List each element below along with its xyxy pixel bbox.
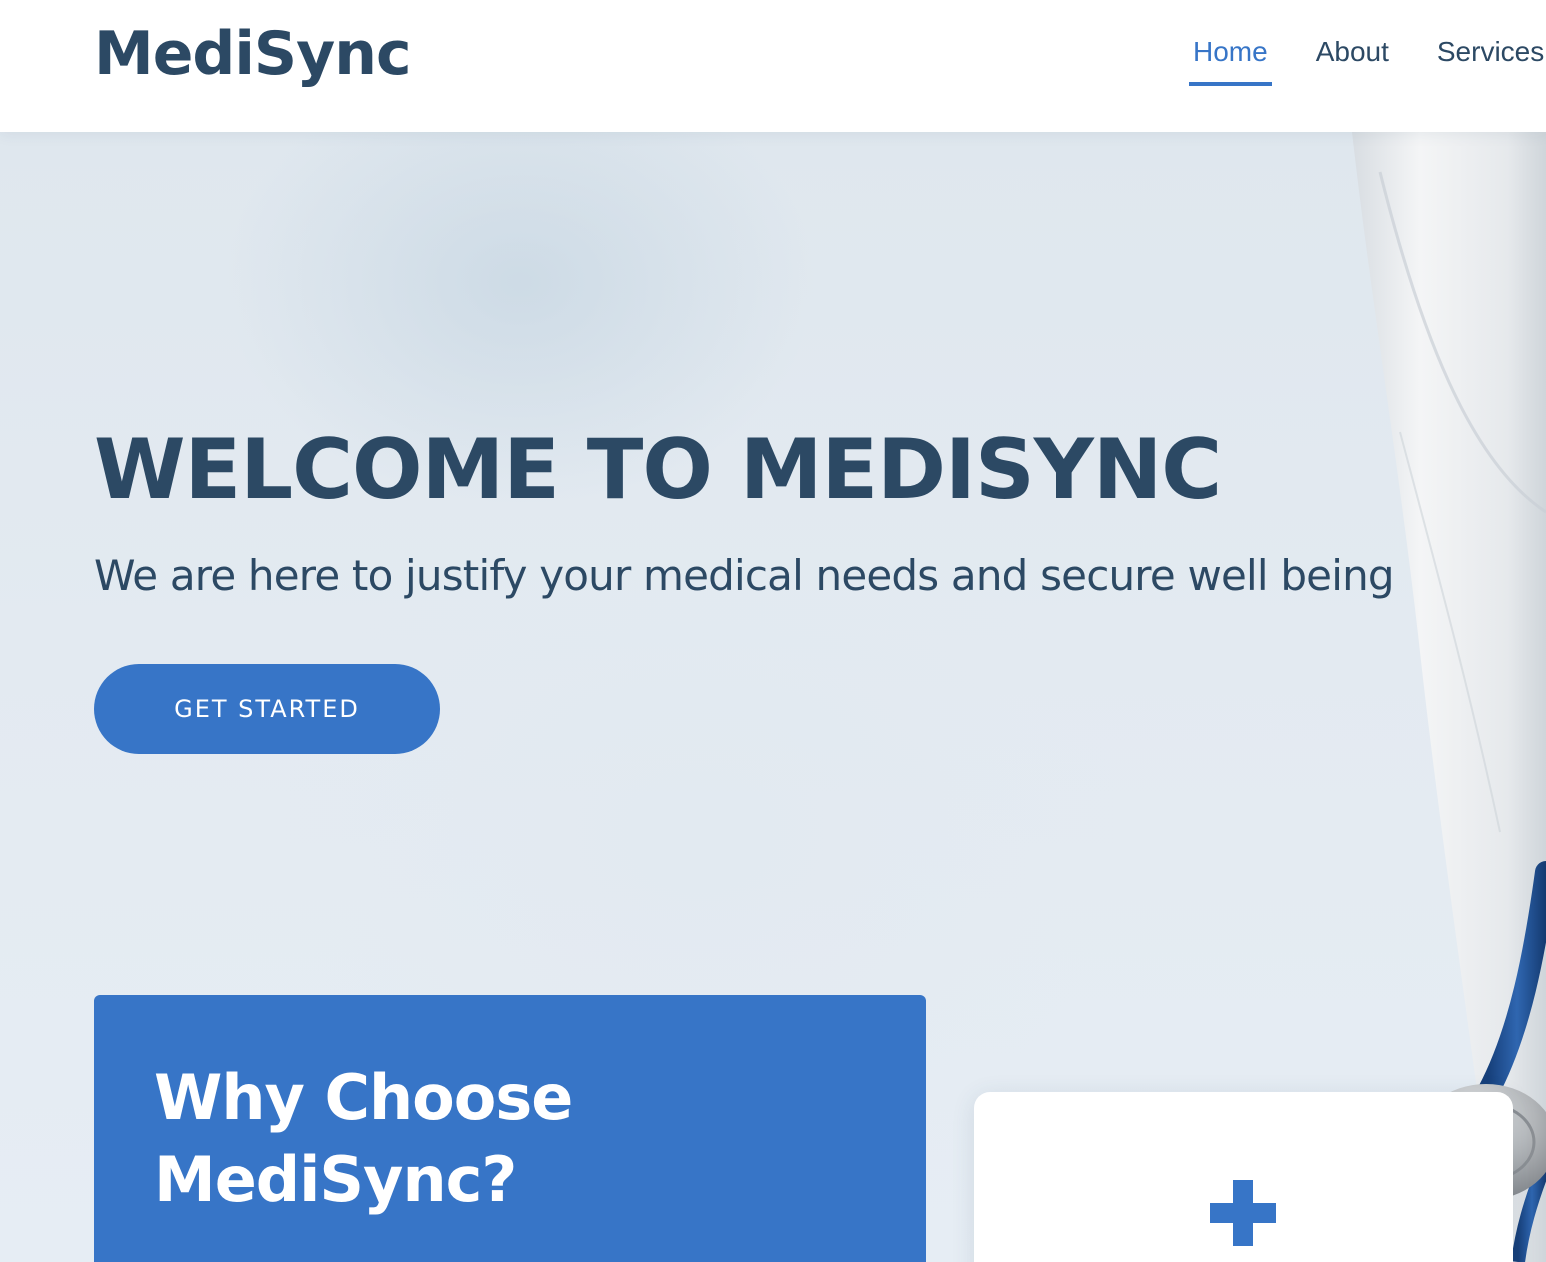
hero-section: WELCOME TO MEDISYNC We are here to justi… — [0, 132, 1546, 1262]
plus-icon — [1210, 1180, 1276, 1246]
feature-card — [974, 1092, 1513, 1262]
main-nav: Home About Services — [1189, 0, 1546, 132]
hero-subtitle: We are here to justify your medical need… — [94, 551, 1395, 600]
nav-item-services[interactable]: Services — [1433, 0, 1546, 86]
get-started-button[interactable]: GET STARTED — [94, 664, 440, 754]
why-choose-box: Why Choose MediSync? — [94, 995, 926, 1262]
hero-title: WELCOME TO MEDISYNC — [94, 421, 1222, 518]
site-logo[interactable]: MediSync — [94, 14, 412, 94]
nav-item-home[interactable]: Home — [1189, 0, 1272, 86]
nav-item-about[interactable]: About — [1312, 0, 1393, 86]
why-choose-title: Why Choose MediSync? — [154, 1061, 573, 1216]
site-header: MediSync Home About Services — [0, 0, 1546, 132]
